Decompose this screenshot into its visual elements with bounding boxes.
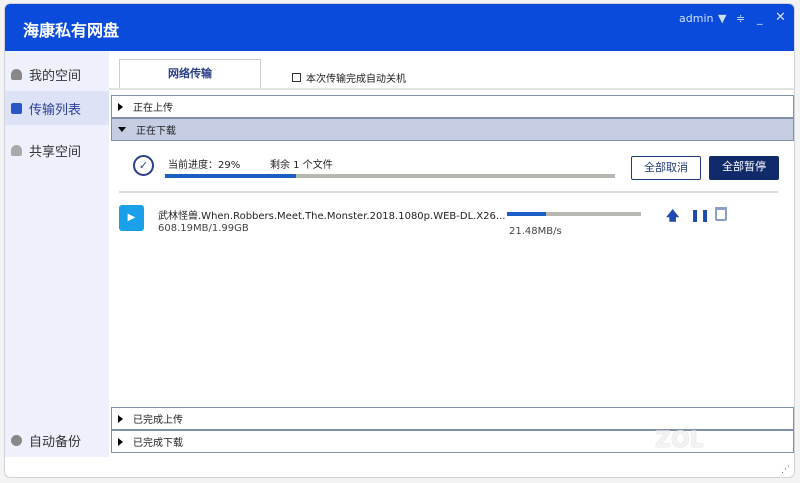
trash-icon[interactable] [715,207,727,221]
expand-icon [118,414,123,423]
section-downloading[interactable]: 正在下载 [111,118,794,141]
file-progress-bar [507,212,641,216]
checkbox-icon [292,73,301,82]
app-window: 海康私有网盘 admin ▼ ≑ _ ✕ 我的空间 传输列表 共享空间 自动备份… [4,3,795,478]
transfer-icon [11,102,22,114]
user-menu-icon[interactable]: ▼ [718,12,726,25]
cancel-all-button[interactable]: 全部取消 [631,156,701,180]
sidebar-item-my-space[interactable]: 我的空间 [5,57,109,91]
expand-icon [118,102,123,111]
video-file-icon: ▶ [119,205,144,231]
tab-divider [109,88,794,90]
title-bar: 海康私有网盘 admin ▼ ≑ _ ✕ [5,4,794,51]
cloud-icon [11,434,22,446]
sidebar-item-label: 传输列表 [29,102,82,118]
file-name: 武林怪兽.When.Robbers.Meet.The.Monster.2018.… [158,211,506,222]
pause-icon[interactable]: ❚❚ [690,208,710,222]
users-icon [11,144,22,156]
upload-priority-icon[interactable]: 🡅 [666,207,679,229]
app-title: 海康私有网盘 [23,21,120,40]
checkbox-label: 本次传输完成自动关机 [306,74,406,85]
section-label: 已完成上传 [133,415,183,426]
sidebar-item-label: 共享空间 [29,144,82,160]
auto-shutdown-checkbox[interactable]: 本次传输完成自动关机 [292,70,406,85]
overall-progress-fill [165,174,296,178]
overall-progress-bar [165,174,615,178]
divider [119,191,778,193]
tab-network-transfer[interactable]: 网络传输 [119,59,261,88]
sidebar-item-label: 我的空间 [29,68,82,84]
user-name[interactable]: admin [679,12,713,25]
section-uploading[interactable]: 正在上传 [111,95,794,118]
sidebar: 我的空间 传输列表 共享空间 自动备份 [5,51,109,457]
sidebar-item-transfer-list[interactable]: 传输列表 [5,91,109,125]
sidebar-item-auto-backup[interactable]: 自动备份 [5,423,109,457]
expand-icon [118,437,123,446]
section-label: 已完成下载 [133,438,183,449]
close-icon[interactable]: ✕ [775,10,786,25]
remaining-files: 剩余 1 个文件 [270,160,333,171]
user-icon [11,68,22,80]
progress-label: 当前进度：29% [168,160,241,171]
watermark: ZOL [655,428,704,453]
check-circle-icon: ✓ [133,155,154,176]
pause-all-button[interactable]: 全部暂停 [709,156,779,180]
section-uploaded[interactable]: 已完成上传 [111,407,794,430]
collapse-icon [118,127,126,132]
file-size: 608.19MB/1.99GB [158,223,249,234]
section-label: 正在下载 [136,126,176,137]
settings-menu-icon[interactable]: ≑ [736,12,745,25]
section-label: 正在上传 [133,103,173,114]
sidebar-item-shared-space[interactable]: 共享空间 [5,133,109,167]
minimize-icon[interactable]: _ [757,12,763,25]
download-speed: 21.48MB/s [509,226,562,237]
sidebar-item-label: 自动备份 [29,434,82,450]
file-progress-fill [507,212,546,216]
resize-grip-icon[interactable]: ⋰ [781,465,790,475]
